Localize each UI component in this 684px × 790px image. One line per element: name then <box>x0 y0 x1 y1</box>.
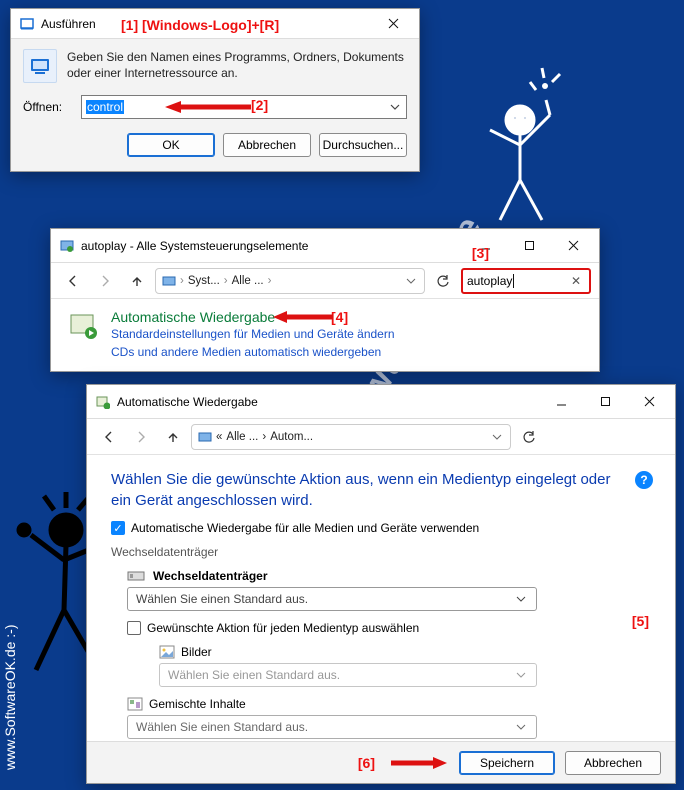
run-dialog: Ausführen Geben Sie den Namen eines Prog… <box>10 8 420 172</box>
pictures-select[interactable]: Wählen Sie einen Standard aus. <box>159 663 537 687</box>
run-title-icon <box>19 16 35 32</box>
ap-titlebar: Automatische Wiedergabe <box>87 385 675 419</box>
back-icon[interactable] <box>59 267 87 295</box>
minimize-icon[interactable] <box>539 387 583 417</box>
cp-result-heading[interactable]: Automatische Wiedergabe <box>111 309 395 325</box>
maximize-icon[interactable] <box>583 387 627 417</box>
control-panel-icon <box>59 238 75 254</box>
ap-title: Automatische Wiedergabe <box>117 395 258 409</box>
run-body-icon <box>23 49 57 83</box>
item-pictures-label: Bilder <box>181 645 212 659</box>
help-icon[interactable]: ? <box>635 471 653 489</box>
checkbox-all-media[interactable]: ✓ <box>111 521 125 535</box>
ap-heading: Wählen Sie die gewünschte Aktion aus, we… <box>111 469 651 511</box>
close-icon[interactable] <box>627 387 671 417</box>
control-panel-window: autoplay - Alle Systemsteuerungselemente… <box>50 228 600 372</box>
device-select[interactable]: Wählen Sie einen Standard aus. <box>127 587 537 611</box>
section-removable: Wechseldatenträger <box>111 545 651 559</box>
save-button[interactable]: Speichern <box>459 751 555 775</box>
item-mixed-label: Gemischte Inhalte <box>149 697 246 711</box>
mixed-select[interactable]: Wählen Sie einen Standard aus. <box>127 715 537 739</box>
cp-titlebar: autoplay - Alle Systemsteuerungselemente <box>51 229 599 263</box>
minimize-icon[interactable] <box>463 231 507 261</box>
marker-6: [6] <box>358 755 375 771</box>
cp-result-line2[interactable]: CDs und andere Medien automatisch wieder… <box>111 343 395 361</box>
close-icon[interactable] <box>551 231 595 261</box>
forward-icon[interactable] <box>127 423 155 451</box>
side-watermark: www.SoftwareOK.de :-) <box>2 370 22 770</box>
cancel-button[interactable]: Abbrechen <box>223 133 311 157</box>
run-title: Ausführen <box>41 17 96 31</box>
autoplay-window: Automatische Wiedergabe « Alle ... › Aut… <box>86 384 676 784</box>
cp-search-input[interactable]: autoplay ✕ <box>461 268 591 294</box>
mixed-icon <box>127 697 143 711</box>
open-label: Öffnen: <box>23 100 73 114</box>
chk-all-label: Automatische Wiedergabe für alle Medien … <box>131 521 479 535</box>
cp-result-line1[interactable]: Standardeinstellungen für Medien und Ger… <box>111 325 395 343</box>
chevron-down-icon[interactable] <box>388 104 402 110</box>
forward-icon[interactable] <box>91 267 119 295</box>
breadcrumb[interactable]: › Syst... › Alle ... › <box>155 268 425 294</box>
clear-search-icon[interactable]: ✕ <box>567 274 585 288</box>
chk-each-label: Gewünschte Aktion für jeden Medientyp au… <box>147 621 419 635</box>
maximize-icon[interactable] <box>507 231 551 261</box>
back-icon[interactable] <box>95 423 123 451</box>
checkbox-each-type[interactable] <box>127 621 141 635</box>
ok-button[interactable]: OK <box>127 133 215 157</box>
pictures-icon <box>159 645 175 659</box>
breadcrumb[interactable]: « Alle ... › Autom... <box>191 424 511 450</box>
cp-title: autoplay - Alle Systemsteuerungselemente <box>81 239 308 253</box>
refresh-icon[interactable] <box>429 267 457 295</box>
browse-button[interactable]: Durchsuchen... <box>319 133 407 157</box>
refresh-icon[interactable] <box>515 423 543 451</box>
run-description: Geben Sie den Namen eines Programms, Ord… <box>67 49 407 83</box>
up-icon[interactable] <box>159 423 187 451</box>
run-combo[interactable]: control <box>81 95 407 119</box>
cancel-button[interactable]: Abbrechen <box>565 751 661 775</box>
device-row: Wechseldatenträger <box>127 569 651 583</box>
stick-figure-1 <box>450 60 590 230</box>
autoplay-title-icon <box>95 394 111 410</box>
close-icon[interactable] <box>371 9 415 39</box>
drive-icon <box>127 569 145 583</box>
run-titlebar: Ausführen <box>11 9 419 39</box>
autoplay-result-icon <box>67 309 101 343</box>
up-icon[interactable] <box>123 267 151 295</box>
arrow-6 <box>389 755 449 771</box>
run-input-value[interactable]: control <box>86 100 124 114</box>
